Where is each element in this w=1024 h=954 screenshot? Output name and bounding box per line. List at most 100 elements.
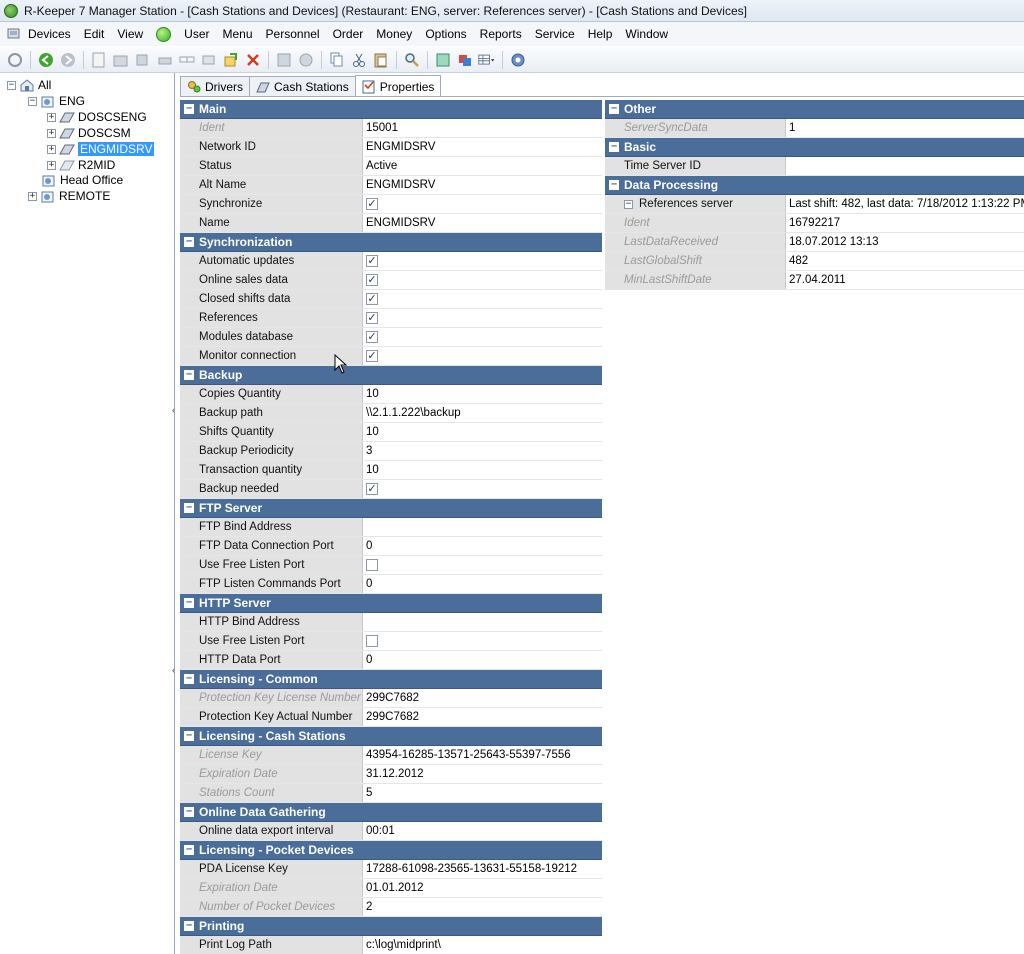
property-row-time-server-id[interactable]: Time Server ID (605, 157, 1024, 176)
link-icon[interactable] (178, 51, 196, 69)
property-value[interactable]: 18.07.2012 13:13 (786, 233, 1024, 251)
category-licensing-common[interactable]: − Licensing - Common (180, 670, 602, 689)
property-value[interactable]: 2 (363, 898, 602, 916)
property-row-ident[interactable]: Ident 16792217 (605, 214, 1024, 233)
checkbox-checked[interactable]: ✓ (366, 274, 378, 286)
property-row-http-bind-address[interactable]: HTTP Bind Address (180, 613, 602, 632)
property-value[interactable] (363, 632, 602, 650)
property-value[interactable]: ✓ (363, 195, 602, 213)
property-value[interactable]: 1 (786, 119, 1024, 137)
property-value[interactable]: 482 (786, 252, 1024, 270)
property-row-status[interactable]: Status Active (180, 157, 602, 176)
collapse-icon[interactable]: − (28, 96, 37, 106)
find-icon[interactable] (403, 51, 421, 69)
status-indicator-icon[interactable] (156, 26, 172, 42)
refresh-icon[interactable] (6, 51, 24, 69)
property-row-expiration-date[interactable]: Expiration Date 01.01.2012 (180, 879, 602, 898)
category-printing[interactable]: − Printing (180, 917, 602, 936)
collapse-icon[interactable]: − (184, 104, 194, 114)
property-value[interactable]: 16792217 (786, 214, 1024, 232)
collapse-icon[interactable]: − (609, 142, 619, 152)
property-value[interactable]: 31.12.2012 (363, 765, 602, 783)
property-value[interactable]: 10 (363, 461, 602, 479)
property-row-minlastshiftdate[interactable]: MinLastShiftDate 27.04.2011 (605, 271, 1024, 290)
tab-drivers[interactable]: Drivers (180, 76, 250, 97)
property-value[interactable]: ENGMIDSRV (363, 138, 602, 156)
checkbox-unchecked[interactable] (366, 635, 378, 647)
checkbox-unchecked[interactable] (366, 559, 378, 571)
checkbox-checked[interactable]: ✓ (366, 198, 378, 210)
category-other[interactable]: − Other (605, 100, 1024, 119)
app-menu-icon[interactable] (6, 26, 22, 42)
property-row-number-of-pocket-devices[interactable]: Number of Pocket Devices 2 (180, 898, 602, 917)
edit-icon[interactable] (222, 51, 240, 69)
property-value[interactable]: 299C7682 (363, 708, 602, 726)
property-value[interactable]: 15001 (363, 119, 602, 137)
menu-edit[interactable]: Edit (84, 27, 105, 41)
property-value[interactable]: ✓ (363, 347, 602, 365)
property-value[interactable]: 10 (363, 423, 602, 441)
copy-icon[interactable] (328, 51, 346, 69)
expand-icon[interactable]: + (47, 128, 56, 138)
tree-node-doscseng[interactable]: + DOSCSENG (47, 109, 147, 125)
menu-user[interactable]: User (184, 27, 209, 41)
property-row-backup-periodicity[interactable]: Backup Periodicity 3 (180, 442, 602, 461)
property-value[interactable] (363, 556, 602, 574)
grid-view-icon[interactable] (478, 51, 496, 69)
property-row-lastdatareceived[interactable]: LastDataReceived 18.07.2012 13:13 (605, 233, 1024, 252)
tree-node-head-office[interactable]: Head Office (41, 172, 123, 188)
property-row-network-id[interactable]: Network ID ENGMIDSRV (180, 138, 602, 157)
open-icon[interactable] (112, 51, 130, 69)
property-value[interactable]: 0 (363, 537, 602, 555)
property-value[interactable]: c:\log\midprint\ (363, 936, 602, 954)
property-value[interactable]: ✓ (363, 252, 602, 270)
tab-cash-stations[interactable]: Cash Stations (249, 76, 356, 97)
print-icon[interactable] (156, 51, 174, 69)
menu-help[interactable]: Help (588, 27, 613, 41)
category-backup[interactable]: − Backup (180, 366, 602, 385)
menu-service[interactable]: Service (535, 27, 575, 41)
filter-icon[interactable] (434, 51, 452, 69)
category-ftp-server[interactable]: − FTP Server (180, 499, 602, 518)
category-online-data-gathering[interactable]: − Online Data Gathering (180, 803, 602, 822)
category-basic[interactable]: − Basic (605, 138, 1024, 157)
collapse-icon[interactable]: − (184, 807, 194, 817)
property-row-use-free-listen-port[interactable]: Use Free Listen Port (180, 556, 602, 575)
property-value[interactable]: ✓ (363, 328, 602, 346)
checkbox-checked[interactable]: ✓ (366, 293, 378, 305)
menu-order[interactable]: Order (333, 27, 364, 41)
property-value[interactable]: \\2.1.1.222\backup (363, 404, 602, 422)
menu-personnel[interactable]: Personnel (266, 27, 320, 41)
property-row-protection-key-actual-number[interactable]: Protection Key Actual Number 299C7682 (180, 708, 602, 727)
menu-menu[interactable]: Menu (223, 27, 253, 41)
tree-node-remote[interactable]: + REMOTE (28, 188, 110, 204)
property-row-copies-quantity[interactable]: Copies Quantity 10 (180, 385, 602, 404)
property-value[interactable]: 27.04.2011 (786, 271, 1024, 289)
property-row-shifts-quantity[interactable]: Shifts Quantity 10 (180, 423, 602, 442)
delete-icon[interactable] (244, 51, 262, 69)
property-value[interactable]: 0 (363, 575, 602, 593)
property-row-http-data-port[interactable]: HTTP Data Port 0 (180, 651, 602, 670)
menu-money[interactable]: Money (376, 27, 412, 41)
settings-gear-icon[interactable] (509, 51, 527, 69)
collapse-icon[interactable]: − (624, 199, 633, 209)
category-licensing-pocket-devices[interactable]: − Licensing - Pocket Devices (180, 841, 602, 860)
menu-view[interactable]: View (117, 27, 143, 41)
property-row-license-key[interactable]: License Key 43954-16285-13571-25643-55397… (180, 746, 602, 765)
checkbox-checked[interactable]: ✓ (366, 331, 378, 343)
paste-icon[interactable] (372, 51, 390, 69)
collapse-icon[interactable]: − (184, 237, 194, 247)
property-value[interactable]: 00:01 (363, 822, 602, 840)
collapse-icon[interactable]: − (184, 503, 194, 513)
property-row-monitor-connection[interactable]: Monitor connection ✓ (180, 347, 602, 366)
collapse-icon[interactable]: − (184, 598, 194, 608)
property-row-ftp-bind-address[interactable]: FTP Bind Address (180, 518, 602, 537)
property-value[interactable]: 10 (363, 385, 602, 403)
property-value[interactable]: ✓ (363, 480, 602, 498)
checkbox-checked[interactable]: ✓ (366, 483, 378, 495)
property-row-stations-count[interactable]: Stations Count 5 (180, 784, 602, 803)
property-value[interactable] (363, 518, 602, 536)
collapse-icon[interactable]: − (184, 674, 194, 684)
collapse-icon[interactable]: − (7, 80, 16, 90)
collapse-icon[interactable]: − (184, 370, 194, 380)
